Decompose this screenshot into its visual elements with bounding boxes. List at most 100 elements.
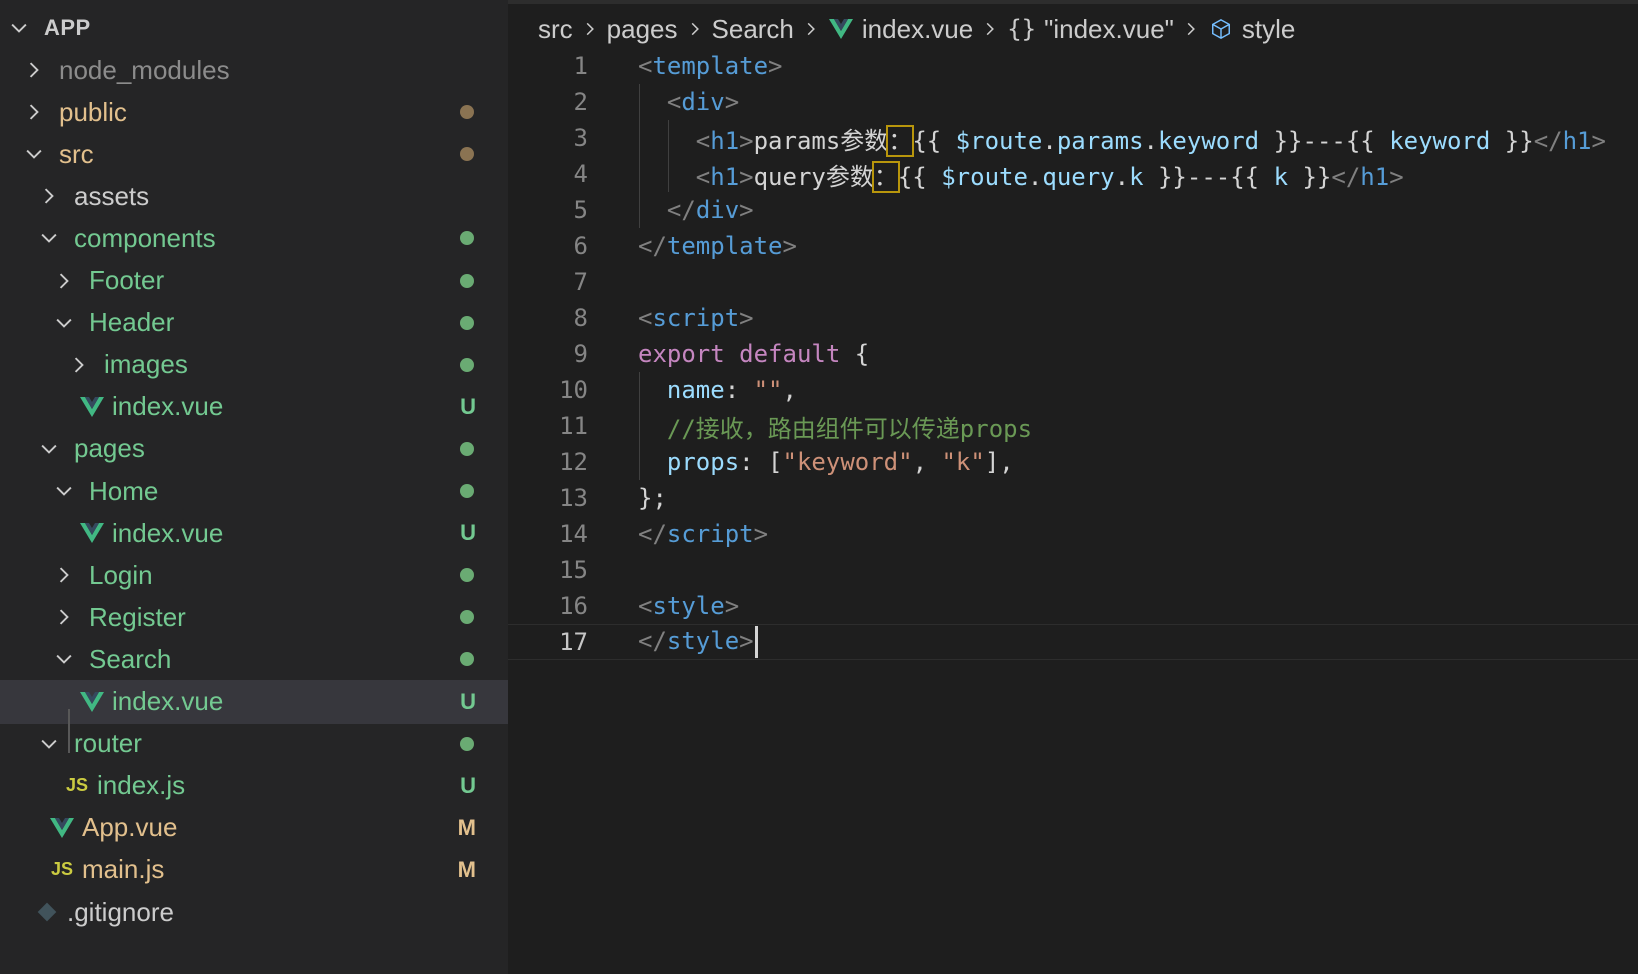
tree-item-label: images: [104, 349, 188, 380]
tree-folder[interactable]: images: [0, 343, 508, 387]
code-line[interactable]: 5 </div>: [508, 192, 1638, 228]
code-token: <: [638, 52, 653, 80]
tree-folder[interactable]: Header: [0, 301, 508, 345]
breadcrumb-item[interactable]: index.vue: [828, 14, 973, 45]
tree-folder[interactable]: Register: [0, 595, 508, 639]
tree-folder[interactable]: Login: [0, 553, 508, 597]
tree-file[interactable]: .gitignore: [0, 890, 508, 934]
chevron-down-icon: [36, 225, 62, 251]
tree-item-label: pages: [74, 433, 145, 464]
code-line[interactable]: 8 <script>: [508, 300, 1638, 336]
line-number: 3: [573, 124, 588, 152]
code-line[interactable]: 1 <template>: [508, 48, 1638, 84]
code-token: h1: [710, 126, 740, 155]
code-token: <: [638, 592, 653, 620]
tree-folder[interactable]: src: [0, 132, 508, 176]
code-token: div: [681, 88, 725, 116]
code-token: >: [753, 520, 769, 548]
tree-folder[interactable]: Search: [0, 637, 508, 681]
line-number: 12: [559, 448, 588, 476]
tree-folder[interactable]: Home: [0, 469, 508, 513]
code-text: </style>: [638, 626, 758, 658]
git-icon: [33, 899, 61, 925]
text-cursor: [754, 626, 758, 658]
code-line[interactable]: 7: [508, 264, 1638, 300]
tree-item-label: node_modules: [59, 54, 230, 85]
tree-file[interactable]: index.vue U: [0, 385, 508, 429]
cube-icon: [1208, 18, 1234, 40]
git-status-badge: U: [460, 393, 476, 419]
code-token: $route: [941, 162, 1028, 191]
tree-folder[interactable]: components: [0, 216, 508, 260]
code-token: h1: [710, 162, 740, 191]
code-token: h1: [1360, 162, 1390, 191]
chevron-right-icon: [36, 183, 62, 209]
vue-icon: [78, 520, 106, 546]
code-line[interactable]: 3 <h1>params参数：{{ $route.params.keyword …: [508, 120, 1638, 157]
indent-guide: [68, 709, 70, 753]
code-line[interactable]: 9 export default {: [508, 336, 1638, 372]
git-status-dot: [460, 147, 474, 162]
code-text: <template>: [638, 52, 783, 80]
tree-item-label: components: [74, 222, 216, 253]
code-token: keyword: [1389, 126, 1491, 155]
code-line[interactable]: 14 </script>: [508, 516, 1638, 552]
tree-folder[interactable]: node_modules: [0, 48, 508, 92]
tree-file[interactable]: JS index.js U: [0, 764, 508, 808]
vue-icon: [828, 18, 854, 40]
code-token: >: [739, 304, 754, 332]
git-status-badge: U: [460, 520, 476, 546]
code-token: params参数: [753, 126, 889, 155]
explorer-root[interactable]: APP: [0, 6, 508, 50]
code-line[interactable]: 17 </style>: [508, 624, 1638, 660]
breadcrumb-item[interactable]: src: [538, 14, 573, 45]
chevron-right-icon: [51, 268, 77, 294]
tree-file[interactable]: App.vue M: [0, 806, 508, 850]
tree-folder[interactable]: Footer: [0, 259, 508, 303]
git-status-dot: [460, 736, 474, 751]
code-token: }}: [1288, 162, 1332, 191]
code-token: </: [1331, 162, 1361, 191]
line-number: 16: [559, 592, 588, 620]
code-token: {{: [912, 126, 956, 155]
chevron-down-icon: [51, 478, 77, 504]
code-token: </: [666, 196, 696, 224]
tree-file[interactable]: index.vue U: [0, 679, 508, 724]
code-token: export: [638, 340, 725, 368]
tree-item-label: .gitignore: [67, 896, 174, 927]
code-line[interactable]: 11 //接收，路由组件可以传递props: [508, 408, 1638, 444]
tree-file[interactable]: JS main.js M: [0, 848, 508, 892]
code-line[interactable]: 6 </template>: [508, 228, 1638, 264]
code-token: >: [739, 126, 754, 155]
breadcrumb-label: pages: [606, 13, 678, 44]
code-line[interactable]: 2 <div>: [508, 84, 1638, 120]
code-line[interactable]: 15: [508, 552, 1638, 588]
code-token: "k": [941, 448, 985, 476]
code-token: >: [724, 88, 740, 116]
editor-pane[interactable]: src pages Search index.vue {} "index.vue" styl…: [508, 0, 1638, 974]
tree-folder[interactable]: router: [0, 722, 508, 766]
code-token: ],: [984, 448, 1014, 476]
breadcrumb-item[interactable]: style: [1208, 14, 1295, 45]
breadcrumb-item[interactable]: pages: [607, 14, 678, 45]
chevron-right-icon: [802, 20, 820, 38]
breadcrumb-item[interactable]: Search: [712, 14, 794, 45]
tree-folder[interactable]: public: [0, 90, 508, 134]
code-line[interactable]: 13};: [508, 480, 1638, 516]
code-token: {: [840, 340, 870, 368]
tree-folder[interactable]: pages: [0, 427, 508, 471]
code-line[interactable]: 4 <h1>query参数：{{ $route.query.k }}---{{ …: [508, 156, 1638, 193]
tree-folder[interactable]: assets: [0, 174, 508, 218]
code-token: "keyword": [782, 448, 913, 476]
git-status-dot: [460, 231, 474, 246]
code-token: query: [1042, 162, 1115, 191]
code-text: <style>: [638, 592, 739, 620]
code-line[interactable]: 12 props: ["keyword", "k"],: [508, 444, 1638, 480]
breadcrumb-item[interactable]: {} "index.vue": [1007, 14, 1174, 45]
code-line[interactable]: 10 name: "",: [508, 372, 1638, 408]
tree-file[interactable]: index.vue U: [0, 511, 508, 555]
code-line[interactable]: 16 <style>: [508, 588, 1638, 624]
